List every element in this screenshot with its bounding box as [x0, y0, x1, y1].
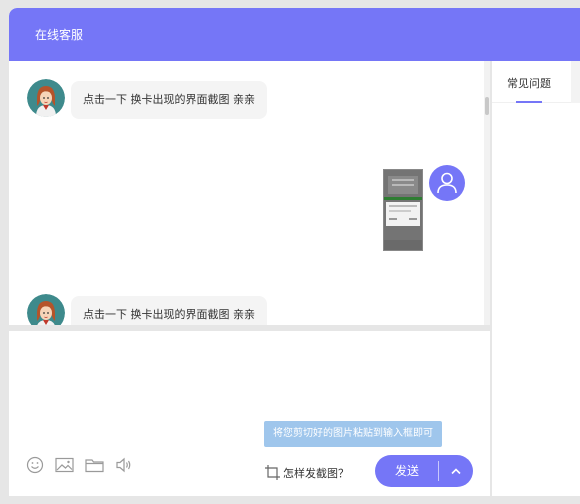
header-title: 在线客服 — [35, 28, 84, 42]
send-separator — [438, 461, 439, 481]
screenshot-help-link[interactable]: 怎样发截图？ — [264, 464, 349, 481]
tab-faq[interactable]: 常见问题 — [507, 75, 551, 91]
image-icon[interactable] — [55, 455, 74, 474]
message-list[interactable]: 点击一下 换卡出现的界面截图 亲亲 点击一下 换卡出现的界面截图 亲亲 — [9, 61, 484, 325]
send-button-group: 发送 — [375, 455, 473, 487]
input-toolbar — [25, 455, 134, 474]
scrollbar-thumb[interactable] — [485, 97, 489, 115]
right-panel: 常见问题 — [492, 61, 580, 496]
right-panel-tabs: 常见问题 — [492, 61, 580, 103]
user-avatar — [429, 165, 465, 201]
tab-active-indicator — [516, 101, 542, 103]
agent-avatar — [27, 79, 65, 117]
chevron-up-icon — [451, 468, 461, 475]
message-bubble: 点击一下 换卡出现的界面截图 亲亲 — [71, 81, 267, 119]
screenshot-tooltip: 将您剪切好的图片粘贴到输入框即可 — [264, 421, 442, 447]
tab-next[interactable] — [571, 61, 580, 103]
user-icon — [437, 172, 457, 194]
chat-window: 在线客服 点击一下 换卡出现的界面截图 亲亲 点击一下 换卡出现的界面截图 亲亲… — [9, 8, 580, 496]
voice-icon[interactable] — [115, 455, 134, 474]
send-button[interactable]: 发送 — [375, 455, 439, 487]
header-bar: 在线客服 — [9, 8, 580, 61]
crop-icon — [265, 465, 280, 480]
screenshot-thumbnail[interactable] — [383, 169, 423, 251]
emoji-icon[interactable] — [25, 455, 44, 474]
screenshot-help-label: 怎样发截图？ — [283, 466, 349, 480]
send-options-button[interactable] — [443, 455, 469, 487]
message-bubble: 点击一下 换卡出现的界面截图 亲亲 — [71, 296, 267, 325]
folder-icon[interactable] — [85, 455, 104, 474]
agent-avatar — [27, 294, 65, 325]
message-input[interactable]: 将您剪切好的图片粘贴到输入框即可 怎样发截图？ 发送 — [9, 331, 490, 496]
